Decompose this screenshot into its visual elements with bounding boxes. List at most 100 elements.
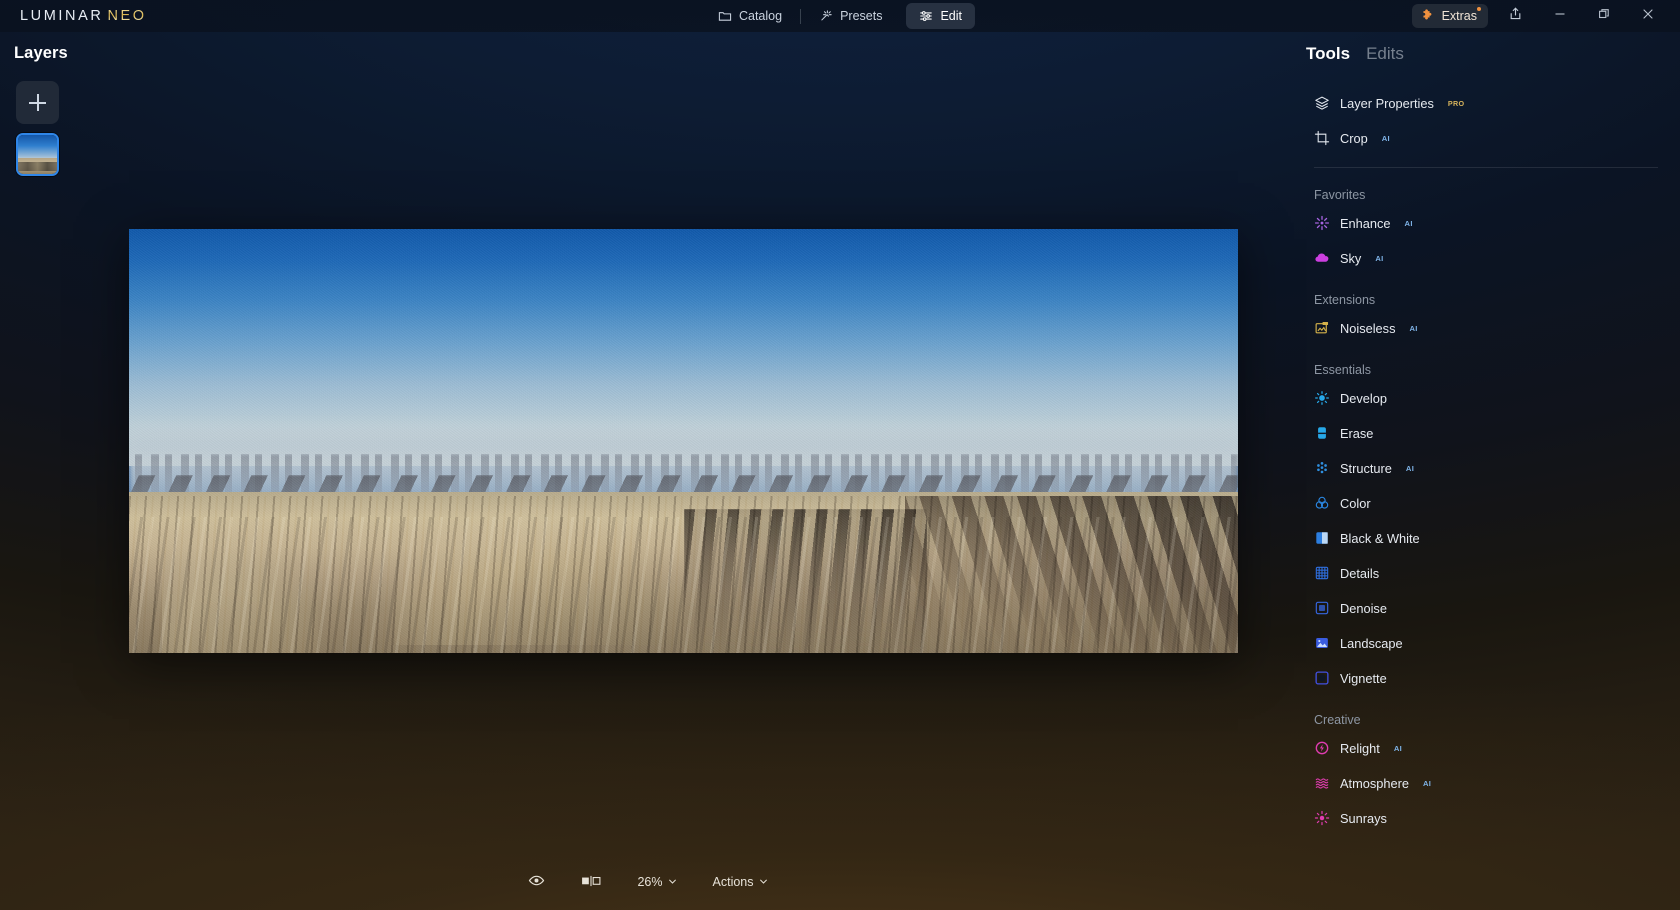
bottom-toolbar: 26% Actions — [0, 854, 1296, 910]
ai-badge: AI — [1381, 133, 1390, 143]
section-extensions: Noiseless AI — [1296, 313, 1680, 343]
luminar-neo-window: LUMINAR NEO Catalog Presets Edit Extras … — [0, 0, 1680, 910]
tools-panel-tabs: Tools Edits — [1306, 32, 1680, 64]
tool-vignette[interactable]: Vignette — [1296, 663, 1680, 693]
grid-icon — [1314, 565, 1330, 581]
nav-tab-edit-label: Edit — [940, 9, 963, 23]
layers-panel: Layers — [0, 32, 130, 176]
nav-tab-presets[interactable]: Presets — [806, 3, 895, 29]
app-logo-primary: LUMINAR — [20, 8, 104, 24]
zoom-level-value: 26% — [637, 875, 663, 889]
tool-crop-label: Crop — [1340, 130, 1368, 146]
minimize-icon — [1554, 7, 1566, 25]
tool-structure[interactable]: Structure AI — [1296, 453, 1680, 483]
section-creative: Relight AI Atmosphere AI Sunrays — [1296, 733, 1680, 833]
tool-details[interactable]: Details — [1296, 558, 1680, 588]
minimize-button[interactable] — [1538, 0, 1582, 32]
lightning-circle-icon — [1314, 740, 1330, 756]
actions-dropdown[interactable]: Actions — [705, 869, 776, 895]
app-logo: LUMINAR NEO — [20, 8, 147, 24]
pro-badge: PRO — [1447, 98, 1465, 108]
tool-denoise-label: Denoise — [1340, 600, 1387, 616]
chevron-down-icon — [759, 875, 768, 889]
tool-denoise[interactable]: Denoise — [1296, 593, 1680, 623]
tool-sunrays-label: Sunrays — [1340, 810, 1387, 826]
maximize-button[interactable] — [1582, 0, 1626, 32]
tool-layer-properties[interactable]: Layer Properties PRO — [1296, 88, 1680, 118]
tool-enhance[interactable]: Enhance AI — [1296, 208, 1680, 238]
compare-split-icon — [581, 874, 601, 891]
ai-badge: AI — [1409, 323, 1418, 333]
tool-sky-label: Sky — [1340, 250, 1362, 266]
layer-thumbnail[interactable] — [16, 133, 59, 176]
puzzle-piece-icon — [1421, 8, 1435, 25]
ai-badge: AI — [1405, 463, 1415, 473]
tool-sunrays[interactable]: Sunrays — [1296, 803, 1680, 833]
section-essentials: Develop Erase Structure AI Color Black &… — [1296, 383, 1680, 693]
nav-tab-catalog-label: Catalog — [738, 9, 783, 23]
thumbnail-sky — [18, 135, 57, 160]
layers-panel-title: Layers — [14, 44, 68, 62]
plus-icon — [29, 94, 46, 111]
section-header-creative: Creative — [1314, 713, 1361, 727]
tool-structure-label: Structure — [1340, 460, 1392, 476]
add-layer-button[interactable] — [16, 81, 59, 124]
dots-cluster-icon — [1314, 460, 1330, 476]
tab-tools[interactable]: Tools — [1306, 44, 1350, 64]
tool-landscape[interactable]: Landscape — [1296, 628, 1680, 658]
tool-noiseless-label: Noiseless — [1340, 320, 1396, 336]
section-header-essentials: Essentials — [1314, 363, 1371, 377]
crop-icon — [1314, 130, 1330, 146]
photo-desert-canyon — [129, 229, 1238, 653]
chevron-down-icon — [668, 875, 677, 889]
tool-vignette-label: Vignette — [1340, 670, 1387, 686]
tool-develop-label: Develop — [1340, 390, 1387, 406]
ai-badge: AI — [1375, 253, 1384, 263]
extras-label: Extras — [1441, 9, 1477, 23]
tool-crop[interactable]: Crop AI — [1296, 123, 1680, 153]
tool-layer-properties-label: Layer Properties — [1340, 95, 1434, 111]
section-favorites: Enhance AI Sky AI — [1296, 208, 1680, 273]
extras-button[interactable]: Extras — [1411, 4, 1488, 28]
nav-tab-presets-label: Presets — [840, 9, 883, 23]
share-button[interactable] — [1498, 0, 1532, 32]
tool-black-and-white[interactable]: Black & White — [1296, 523, 1680, 553]
sun-icon — [1314, 390, 1330, 406]
close-button[interactable] — [1626, 0, 1670, 32]
titlebar-right-controls: Extras — [1411, 0, 1670, 32]
tool-develop[interactable]: Develop — [1296, 383, 1680, 413]
close-icon — [1642, 7, 1654, 25]
venn-circles-icon — [1314, 495, 1330, 511]
tool-color[interactable]: Color — [1296, 488, 1680, 518]
zoom-level-dropdown[interactable]: 26% — [629, 869, 684, 895]
magic-wand-icon — [819, 9, 833, 23]
preview-toggle-button[interactable] — [520, 869, 553, 895]
eye-icon — [528, 872, 545, 892]
tool-color-label: Color — [1340, 495, 1371, 511]
photo-rock-striations-secondary — [129, 517, 1238, 653]
vignette-icon — [1314, 670, 1330, 686]
main-nav: Catalog Presets Edit — [705, 3, 976, 29]
sunburst-icon — [1314, 810, 1330, 826]
section-header-extensions: Extensions — [1314, 293, 1376, 307]
noiseless-pro-icon — [1314, 320, 1330, 336]
tool-erase[interactable]: Erase — [1296, 418, 1680, 448]
tool-details-label: Details — [1340, 565, 1380, 581]
tool-relight-label: Relight — [1340, 740, 1380, 756]
tools-divider — [1314, 167, 1658, 168]
nav-tab-edit[interactable]: Edit — [906, 3, 976, 29]
tool-relight[interactable]: Relight AI — [1296, 733, 1680, 763]
sliders-icon — [919, 9, 933, 23]
tool-atmosphere[interactable]: Atmosphere AI — [1296, 768, 1680, 798]
tools-panel: Tools Edits Layer Properties PRO Crop AI… — [1296, 32, 1680, 910]
extras-notification-dot — [1477, 7, 1481, 11]
compare-view-button[interactable] — [573, 869, 609, 895]
tool-black-and-white-label: Black & White — [1340, 530, 1420, 546]
image-canvas[interactable] — [129, 229, 1238, 653]
layer-thumbnail-image — [18, 135, 57, 174]
tool-sky[interactable]: Sky AI — [1296, 243, 1680, 273]
ai-badge: AI — [1423, 778, 1432, 788]
tab-edits[interactable]: Edits — [1366, 44, 1404, 64]
tool-noiseless[interactable]: Noiseless AI — [1296, 313, 1680, 343]
nav-tab-catalog[interactable]: Catalog — [705, 3, 795, 29]
